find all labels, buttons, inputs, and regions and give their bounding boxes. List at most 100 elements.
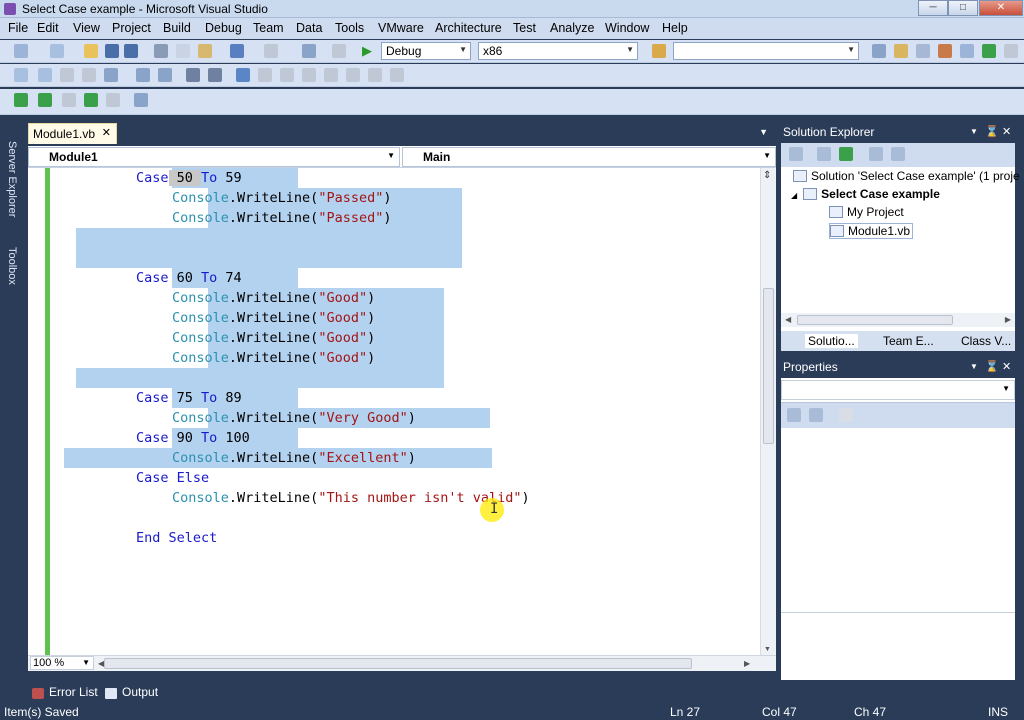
horizontal-scroll-thumb[interactable]	[104, 658, 692, 669]
menu-vmware[interactable]: VMware	[378, 21, 424, 35]
tree-item-module1-vb[interactable]: Module1.vb	[829, 223, 914, 239]
code-line[interactable]: Console.WriteLine("Passed")	[172, 208, 391, 228]
code-line[interactable]: Console.WriteLine("Good")	[172, 348, 375, 368]
debug-windows-icon[interactable]	[134, 93, 148, 107]
horizontal-scrollbar[interactable]: 100 % ▼ ◀ ▶	[28, 655, 776, 671]
menu-test[interactable]: Test	[513, 21, 536, 35]
scroll-right-icon[interactable]: ▶	[744, 659, 750, 668]
properties-icon[interactable]	[789, 147, 803, 161]
menu-file[interactable]: File	[8, 21, 28, 35]
scroll-down-icon[interactable]: ▼	[764, 646, 771, 653]
code-line[interactable]: Console.WriteLine("Good")	[172, 308, 375, 328]
pin-icon[interactable]: ⌛	[985, 125, 999, 138]
show-all-files-icon[interactable]	[817, 147, 831, 161]
tab-class-view[interactable]: Class V...	[961, 334, 1011, 348]
toolbox-icon[interactable]	[938, 44, 952, 58]
paste-icon[interactable]	[198, 44, 212, 58]
solution-platform-select[interactable]: x86 ▼	[478, 42, 638, 60]
debug-run-icon[interactable]	[38, 93, 52, 107]
property-pages-icon[interactable]	[839, 408, 853, 422]
view-code-icon[interactable]	[869, 147, 883, 161]
save-all-icon[interactable]	[124, 44, 138, 58]
code-line[interactable]: End Select	[136, 528, 217, 548]
toggle-bookmark-icon[interactable]	[236, 68, 250, 82]
solution-scroll-thumb[interactable]	[797, 315, 953, 325]
collapse-arrow-icon[interactable]: ◢	[791, 191, 797, 200]
properties-object-select[interactable]: ▼	[781, 380, 1015, 400]
copy-icon[interactable]	[176, 44, 190, 58]
code-line[interactable]: Case 50 To 59	[136, 168, 242, 188]
tree-item-my-project[interactable]: My Project	[829, 205, 904, 219]
code-line[interactable]: Console.WriteLine("Good")	[172, 328, 375, 348]
start-debugging-icon[interactable]: ▶	[362, 44, 376, 58]
menu-tools[interactable]: Tools	[335, 21, 364, 35]
uncomment-icon[interactable]	[186, 68, 200, 82]
solution-explorer-icon[interactable]	[872, 44, 886, 58]
menu-architecture[interactable]: Architecture	[435, 21, 502, 35]
word-completion-icon[interactable]	[82, 68, 96, 82]
tab-module1-vb[interactable]: Module1.vb ✕	[28, 123, 117, 144]
solution-configuration-select[interactable]: Debug ▼	[381, 42, 471, 60]
code-line[interactable]: Case 75 To 89	[136, 388, 242, 408]
editor-options-icon[interactable]	[390, 68, 404, 82]
scroll-left-icon[interactable]: ◀	[785, 315, 791, 324]
minimize-button[interactable]: ─	[918, 0, 948, 16]
redo-icon[interactable]	[264, 44, 278, 58]
panel-menu-icon[interactable]: ▼	[970, 362, 978, 371]
view-class-diagram-icon[interactable]	[891, 147, 905, 161]
debug-pause-icon[interactable]	[62, 93, 76, 107]
solution-horizontal-scrollbar[interactable]: ◀ ▶	[781, 313, 1015, 327]
close-tab-icon[interactable]: ✕	[102, 126, 111, 139]
extension-manager-icon[interactable]	[982, 44, 996, 58]
code-line[interactable]: Console.WriteLine("Good")	[172, 288, 375, 308]
menu-debug[interactable]: Debug	[205, 21, 242, 35]
close-panel-icon[interactable]: ✕	[1002, 125, 1011, 138]
previous-bookmark-icon[interactable]	[258, 68, 272, 82]
output-tab[interactable]: Output	[122, 685, 158, 699]
add-item-icon[interactable]	[50, 44, 64, 58]
categorized-icon[interactable]	[787, 408, 801, 422]
zoom-level-select[interactable]: 100 % ▼	[30, 656, 94, 670]
quick-info-icon[interactable]	[60, 68, 74, 82]
debug-step-icon[interactable]	[14, 93, 28, 107]
server-explorer-tab[interactable]: Server Explorer	[2, 141, 18, 217]
code-line[interactable]: Case 60 To 74	[136, 268, 242, 288]
debug-continue-icon[interactable]	[84, 93, 98, 107]
parameter-info-icon[interactable]	[38, 68, 52, 82]
undo-icon[interactable]	[230, 44, 244, 58]
comment-icon[interactable]	[158, 68, 172, 82]
tab-solution-explorer[interactable]: Solutio...	[805, 334, 858, 348]
bookmark-icon[interactable]	[208, 68, 222, 82]
close-panel-icon[interactable]: ✕	[1002, 360, 1011, 373]
code-editor[interactable]: Case 50 To 59 Console.WriteLine("Passed")…	[28, 168, 760, 655]
code-line[interactable]: Case 90 To 100	[136, 428, 250, 448]
save-icon[interactable]	[105, 44, 119, 58]
close-button[interactable]: ✕	[979, 0, 1023, 16]
code-line[interactable]: Console.WriteLine("Excellent")	[172, 448, 416, 468]
code-line[interactable]: Console.WriteLine("Very Good")	[172, 408, 416, 428]
scroll-right-icon[interactable]: ▶	[1005, 315, 1011, 324]
menu-analyze[interactable]: Analyze	[550, 21, 594, 35]
menu-view[interactable]: View	[73, 21, 100, 35]
menu-window[interactable]: Window	[605, 21, 649, 35]
code-line[interactable]: Case Else	[136, 468, 209, 488]
tree-item-project[interactable]: ◢ Select Case example	[791, 187, 940, 201]
clear-bookmarks-icon[interactable]	[346, 68, 360, 82]
tree-item-solution[interactable]: Solution 'Select Case example' (1 proje	[793, 169, 1020, 183]
find-in-files-icon[interactable]	[652, 44, 666, 58]
vertical-scroll-thumb[interactable]	[763, 288, 774, 444]
menu-project[interactable]: Project	[112, 21, 151, 35]
menu-build[interactable]: Build	[163, 21, 191, 35]
increase-indent-icon[interactable]	[136, 68, 150, 82]
toggle-breakpoint-icon[interactable]	[368, 68, 382, 82]
new-project-icon[interactable]	[14, 44, 28, 58]
code-line[interactable]: Console.WriteLine("This number isn't val…	[172, 488, 530, 508]
cut-icon[interactable]	[154, 44, 168, 58]
object-browser-icon[interactable]	[916, 44, 930, 58]
tab-team-explorer[interactable]: Team E...	[883, 334, 934, 348]
menu-help[interactable]: Help	[662, 21, 688, 35]
member-dropdown[interactable]: Main ▼	[402, 147, 776, 167]
next-bookmark-folder-icon[interactable]	[324, 68, 338, 82]
alphabetical-icon[interactable]	[809, 408, 823, 422]
vertical-scrollbar[interactable]: ⇕ ▼	[760, 168, 776, 655]
